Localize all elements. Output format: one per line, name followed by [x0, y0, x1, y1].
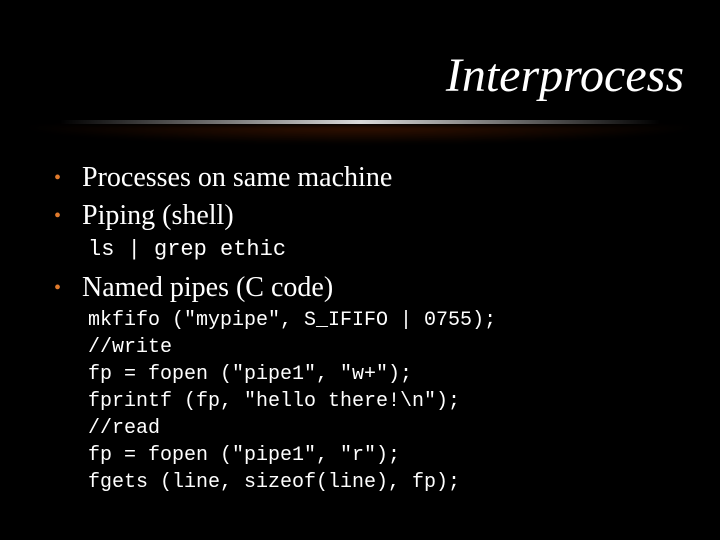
code-c-line: mkfifo ("mypipe", S_IFIFO | 0755); [88, 308, 680, 333]
title-rule [60, 120, 660, 124]
title-shadow [18, 126, 702, 144]
code-c-line: fp = fopen ("pipe1", "w+"); [88, 362, 680, 387]
code-c-line: fp = fopen ("pipe1", "r"); [88, 443, 680, 468]
code-shell: ls | grep ethic [88, 236, 680, 264]
bullet-icon: • [54, 160, 82, 196]
code-c-line: //read [88, 416, 680, 441]
bullet-text: Piping (shell) [82, 198, 680, 233]
bullet-icon: • [54, 270, 82, 306]
bullet-text: Named pipes (C code) [82, 270, 680, 305]
bullet-item: • Processes on same machine [54, 160, 680, 196]
slide-body: • Processes on same machine • Piping (sh… [54, 158, 680, 495]
code-c-line: fprintf (fp, "hello there!\n"); [88, 389, 680, 414]
slide: Interprocess • Processes on same machine… [0, 0, 720, 540]
slide-title: Interprocess [446, 48, 684, 103]
code-c-line: //write [88, 335, 680, 360]
bullet-icon: • [54, 198, 82, 234]
code-c-line: fgets (line, sizeof(line), fp); [88, 470, 680, 495]
bullet-item: • Named pipes (C code) [54, 270, 680, 306]
bullet-text: Processes on same machine [82, 160, 680, 195]
bullet-item: • Piping (shell) [54, 198, 680, 234]
